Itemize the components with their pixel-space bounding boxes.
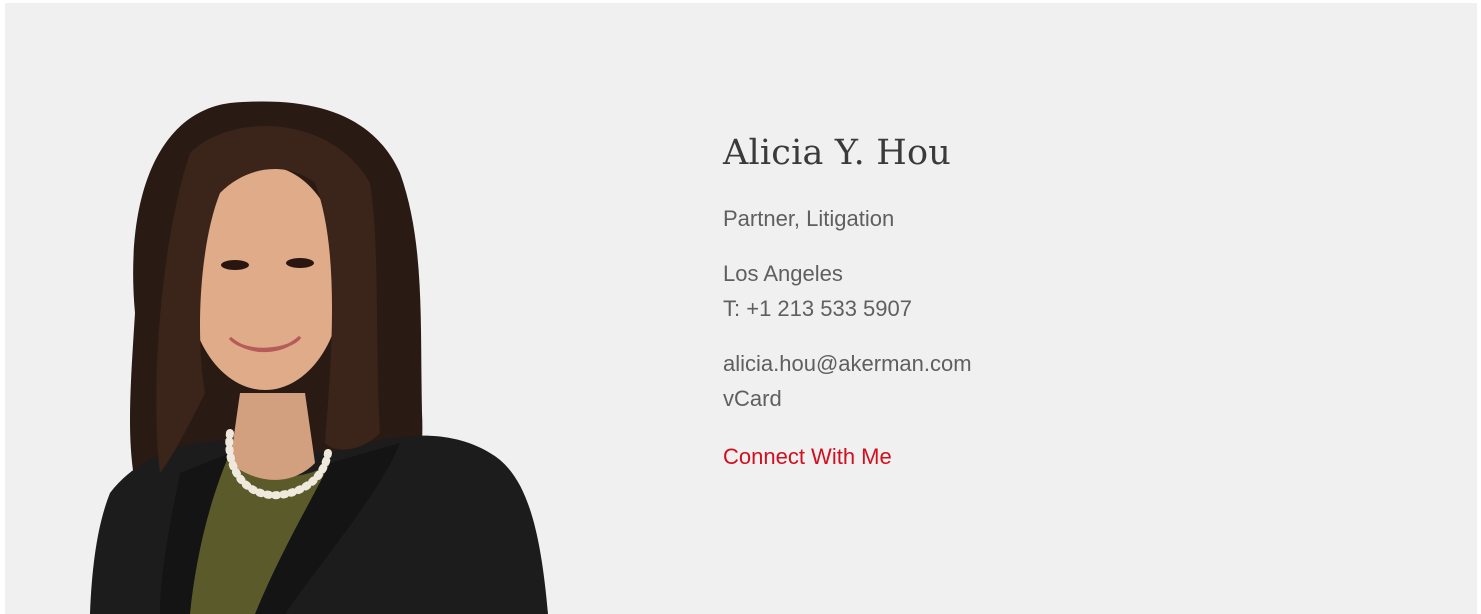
email-link[interactable]: alicia.hou@akerman.com — [723, 346, 972, 381]
email-group: alicia.hou@akerman.com vCard — [723, 346, 972, 416]
contact-group: Los Angeles T: +1 213 533 5907 — [723, 256, 972, 326]
profile-title: Partner, Litigation — [723, 206, 895, 231]
phone-link[interactable]: T: +1 213 533 5907 — [723, 291, 972, 326]
vcard-link[interactable]: vCard — [723, 381, 972, 416]
connect-with-me-link[interactable]: Connect With Me — [723, 442, 972, 472]
office-link[interactable]: Los Angeles — [723, 256, 972, 291]
profile-card: Alicia Y. Hou Partner, Litigation Los An… — [5, 3, 1477, 614]
title-group: Partner, Litigation — [723, 201, 972, 236]
profile-photo — [90, 101, 548, 614]
profile-name: Alicia Y. Hou — [723, 133, 952, 173]
profile-info: Alicia Y. Hou Partner, Litigation Los An… — [723, 133, 972, 472]
